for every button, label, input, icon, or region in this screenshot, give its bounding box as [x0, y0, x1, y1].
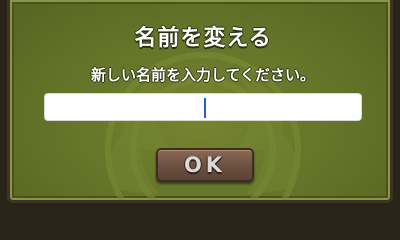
- ok-button[interactable]: OK: [156, 148, 254, 182]
- dialog-prompt: 新しい名前を入力してください。: [90, 66, 316, 84]
- dialog-title: 名前を変える: [134, 26, 272, 51]
- rename-dialog: 名前を変える 新しい名前を入力してください。 OK: [7, 0, 393, 203]
- ok-button-label: OK: [183, 153, 227, 177]
- name-input[interactable]: [44, 93, 362, 121]
- text-caret: [204, 98, 206, 118]
